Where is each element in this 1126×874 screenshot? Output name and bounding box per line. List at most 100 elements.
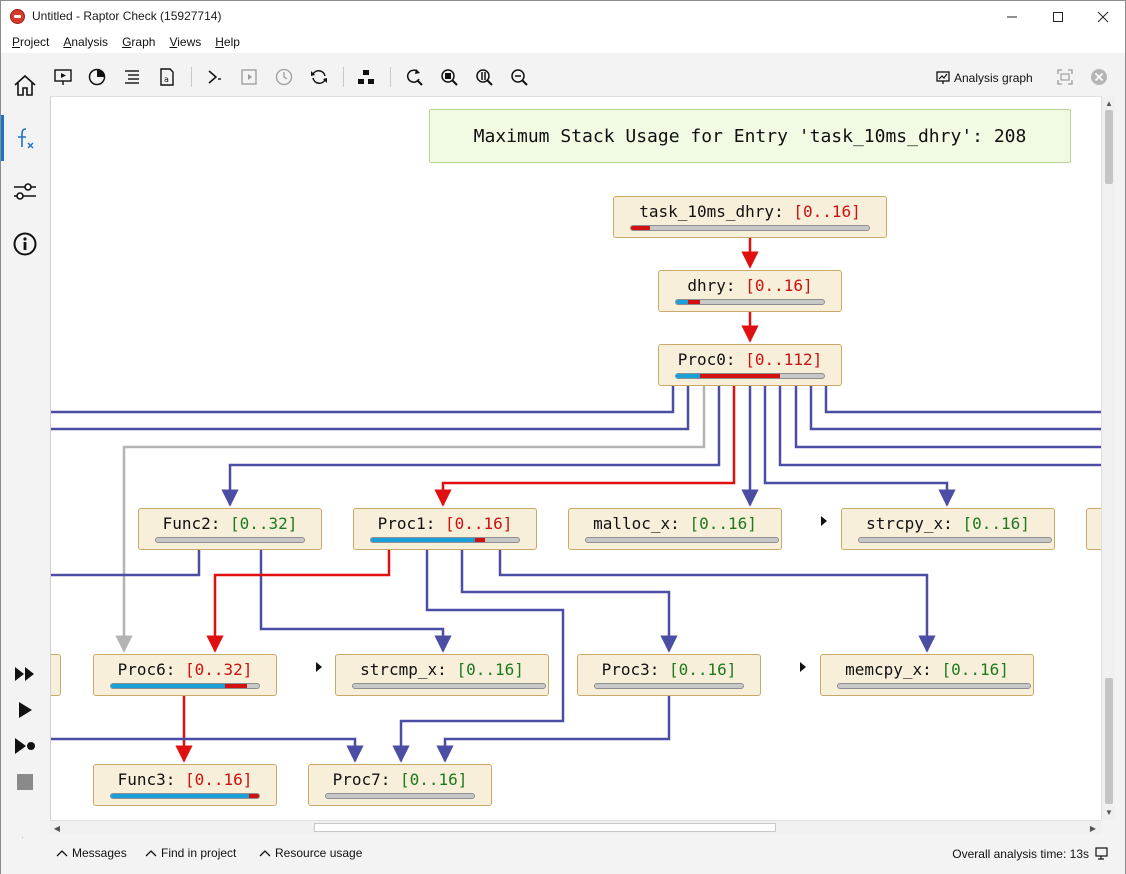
zoom-fit-button[interactable] [437, 65, 461, 89]
pie-chart-button[interactable] [85, 65, 109, 89]
scroll-left-arrow-icon[interactable]: ◀ [51, 822, 63, 834]
node-name: Func3: [117, 770, 176, 789]
menu-graph[interactable]: Graph [115, 32, 162, 53]
list-view-button[interactable] [120, 65, 144, 89]
menu-views[interactable]: Views [162, 32, 208, 53]
close-window-button[interactable] [1080, 1, 1126, 32]
run-button[interactable] [1, 692, 49, 728]
play-icon [19, 702, 32, 718]
maximize-button[interactable] [1035, 1, 1081, 32]
presentation-button[interactable] [51, 65, 75, 89]
node-label: Proc7: [0..16] [309, 770, 491, 789]
expand-triangle-icon[interactable] [800, 662, 806, 672]
find-in-project-toggle[interactable]: Find in project [145, 846, 236, 860]
vertical-scrollbar[interactable]: ▲ ▼ [1101, 96, 1115, 820]
node-label: Func3: [0..16] [94, 770, 276, 789]
functions-button[interactable] [1, 115, 49, 161]
graph-node-partial[interactable] [51, 654, 61, 696]
scroll-up-arrow-icon[interactable]: ▲ [1103, 97, 1115, 109]
resource-usage-toggle[interactable]: Resource usage [259, 846, 362, 860]
panel-toggle-button[interactable] [237, 65, 261, 89]
graph-node[interactable]: Proc6: [0..32] [93, 654, 277, 696]
expand-triangle-icon[interactable] [316, 662, 322, 672]
graph-node[interactable]: Func2: [0..32] [138, 508, 322, 550]
document-button[interactable]: a [155, 65, 179, 89]
refresh-button[interactable] [307, 65, 331, 89]
node-range: [0..112] [745, 350, 823, 369]
fullscreen-icon [1057, 69, 1073, 85]
timer-button[interactable] [272, 65, 296, 89]
monitor-icon [1095, 847, 1108, 860]
left-sidebar [1, 53, 49, 849]
horizontal-scrollbar[interactable]: ◀ ▶ [50, 820, 1101, 834]
reset-zoom-button[interactable] [402, 65, 426, 89]
graph-node[interactable]: strcmp_x: [0..16] [335, 654, 549, 696]
graph-node[interactable]: malloc_x: [0..16] [568, 508, 782, 550]
node-range: [0..16] [962, 514, 1030, 533]
info-button[interactable] [1, 221, 49, 267]
vertical-scroll-thumb-secondary[interactable] [1105, 678, 1113, 804]
node-range: [0..16] [669, 660, 737, 679]
svg-text:a: a [164, 75, 169, 84]
scroll-right-arrow-icon[interactable]: ▶ [1087, 822, 1099, 834]
edge [460, 549, 678, 653]
stack-usage-bar [630, 225, 870, 231]
edge [436, 695, 671, 763]
node-name: malloc_x: [593, 514, 680, 533]
list-icon [125, 70, 139, 84]
clock-icon [275, 68, 293, 86]
layout-tree-button[interactable] [354, 65, 378, 89]
zoom-out-button[interactable] [507, 65, 531, 89]
node-label: Proc0: [0..112] [659, 350, 841, 369]
graph-node[interactable]: Proc0: [0..112] [658, 344, 842, 386]
graph-node-partial[interactable] [1086, 508, 1101, 550]
run-all-button[interactable] [1, 656, 49, 692]
minimize-icon [1007, 16, 1017, 17]
stop-button[interactable] [1, 764, 49, 800]
scroll-down-arrow-icon[interactable]: ▼ [1103, 806, 1115, 818]
minimize-button[interactable] [989, 1, 1035, 32]
horizontal-scroll-thumb[interactable] [314, 823, 776, 832]
tree-layout-icon [358, 70, 374, 84]
menu-project[interactable]: Project [5, 32, 56, 53]
graph-node[interactable]: Proc1: [0..16] [353, 508, 537, 550]
settings-sliders-button[interactable] [1, 168, 49, 214]
node-range: [0..16] [745, 276, 813, 295]
edge [809, 385, 1101, 431]
stack-usage-segment [248, 794, 259, 798]
zoom-out-icon [511, 69, 528, 86]
graph-node[interactable]: memcpy_x: [0..16] [820, 654, 1034, 696]
toolbar-separator [343, 67, 344, 87]
panel-icon [241, 69, 257, 85]
graph-node[interactable]: Func3: [0..16] [93, 764, 277, 806]
edge [778, 385, 1101, 467]
chevron-up-icon [145, 850, 157, 857]
analysis-graph-button[interactable]: Analysis graph [936, 69, 1033, 87]
node-label: task_10ms_dhry: [0..16] [614, 202, 886, 221]
step-into-button[interactable] [202, 65, 226, 89]
close-icon [1097, 11, 1109, 22]
edge [434, 385, 736, 507]
graph-node[interactable]: dhry: [0..16] [658, 270, 842, 312]
analysis-graph-canvas[interactable]: Maximum Stack Usage for Entry 'task_10ms… [50, 96, 1101, 820]
menu-help[interactable]: Help [208, 32, 247, 53]
close-graph-button[interactable] [1087, 65, 1111, 89]
node-label: dhry: [0..16] [659, 276, 841, 295]
menu-analysis[interactable]: Analysis [56, 32, 115, 53]
zoom-in-button[interactable] [472, 65, 496, 89]
edge [51, 385, 675, 414]
home-button[interactable] [1, 62, 49, 108]
toolbar-separator [390, 67, 391, 87]
fullscreen-button[interactable] [1053, 65, 1077, 89]
close-circle-icon [1091, 69, 1107, 85]
vertical-scroll-thumb[interactable] [1105, 110, 1113, 184]
stack-usage-segment [474, 538, 485, 542]
expand-triangle-icon[interactable] [821, 516, 827, 526]
run-step-button[interactable] [1, 728, 49, 764]
graph-node[interactable]: strcpy_x: [0..16] [841, 508, 1055, 550]
graph-node[interactable]: Proc7: [0..16] [308, 764, 492, 806]
graph-node[interactable]: Proc3: [0..16] [577, 654, 761, 696]
graph-node[interactable]: task_10ms_dhry: [0..16] [613, 196, 887, 238]
messages-panel-toggle[interactable]: Messages [56, 846, 127, 860]
stop-icon [17, 774, 33, 790]
